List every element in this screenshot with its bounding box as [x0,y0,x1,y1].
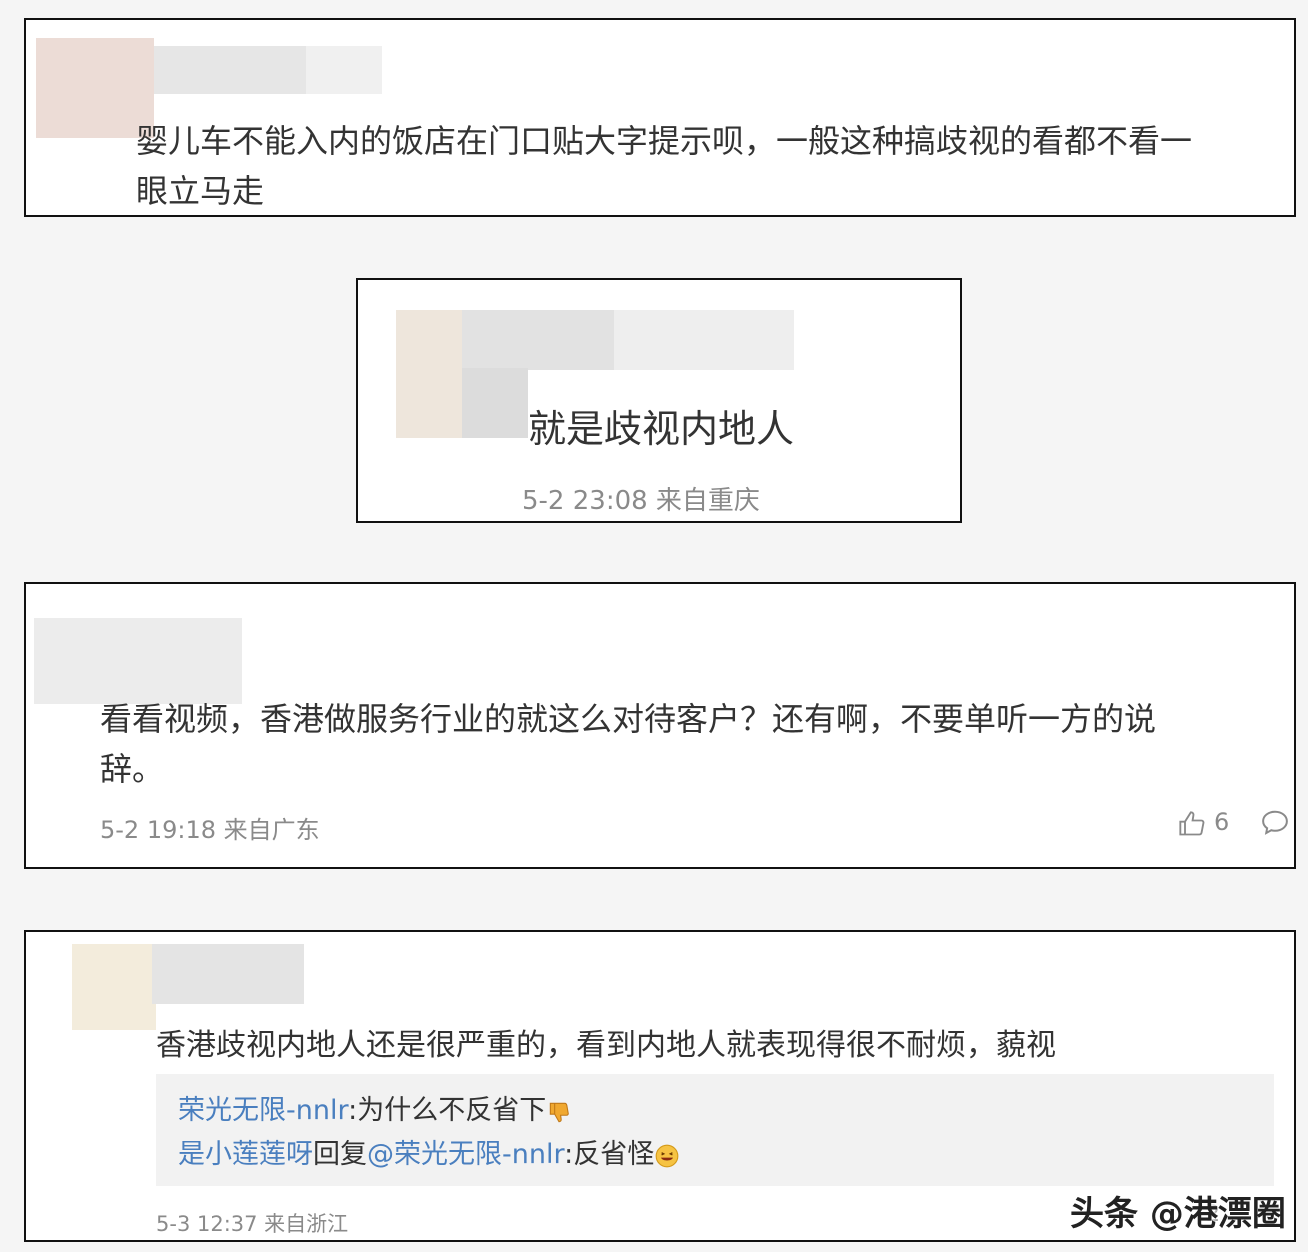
username-blurred-fade [614,310,794,370]
watermark-text: 头条 @港漂圈 [1070,1194,1286,1234]
comment-text-line1: 婴儿车不能入内的饭店在门口贴大字提示呗，一般这种搞歧视的看都不看一 [136,122,1193,160]
comment-text: 香港歧视内地人还是很严重的，看到内地人就表现得很不耐烦，藐视 [156,1028,1056,1063]
comment-meta: 5-2 23:08 来自重庆 [522,486,760,516]
reply-body: 为什么不反省下 [357,1095,547,1126]
reply-box: 荣光无限-nnlr:为什么不反省下 是小莲莲呀回复@荣光无限-nnlr:反省怪 [156,1074,1274,1186]
thumbs-up-icon [1179,811,1205,836]
reply-body: 反省怪 [573,1139,655,1170]
comment-card-1: 婴儿车不能入内的饭店在门口贴大字提示呗，一般这种搞歧视的看都不看一 眼立马走 [24,18,1296,217]
username-blurred-fade [306,46,382,94]
reply-user-link[interactable]: 荣光无限-nnlr [178,1095,348,1126]
like-count: 6 [1214,808,1230,836]
thumbs-down-emoji-icon [546,1099,572,1125]
avatar-blurred [34,618,242,704]
like-button[interactable]: 6 [1178,808,1238,840]
reply-user-link[interactable]: 是小莲莲呀 [178,1139,313,1170]
comment-text-line2: 辞。 [100,750,165,788]
comment-meta: 5-2 19:18 来自广东 [100,816,320,844]
reply-1: 荣光无限-nnlr:为什么不反省下 [178,1088,572,1127]
reply-separator: : [564,1139,574,1170]
comment-meta: 5-3 12:37 来自浙江 [156,1212,349,1236]
comment-text: 就是歧视内地人 [528,407,795,451]
username-blurred [152,944,304,1004]
avatar-blurred-inner [462,368,528,438]
comment-bubble-icon[interactable] [1260,808,1290,838]
comment-card-2: 就是歧视内地人 5-2 23:08 来自重庆 [356,278,962,523]
reply-label: 回复 [313,1139,367,1170]
comment-text-line2: 眼立马走 [136,172,265,210]
comment-text-line1: 看看视频，香港做服务行业的就这么对待客户？还有啊，不要单听一方的说 [100,700,1157,738]
avatar-blurred [72,944,156,1030]
laughing-emoji-icon [654,1143,680,1169]
mention-link[interactable]: @荣光无限-nnlr [367,1139,564,1170]
reply-separator: : [348,1095,358,1126]
comment-card-3: 看看视频，香港做服务行业的就这么对待客户？还有啊，不要单听一方的说 辞。 5-2… [24,582,1296,869]
reply-2: 是小莲莲呀回复@荣光无限-nnlr:反省怪 [178,1132,680,1171]
